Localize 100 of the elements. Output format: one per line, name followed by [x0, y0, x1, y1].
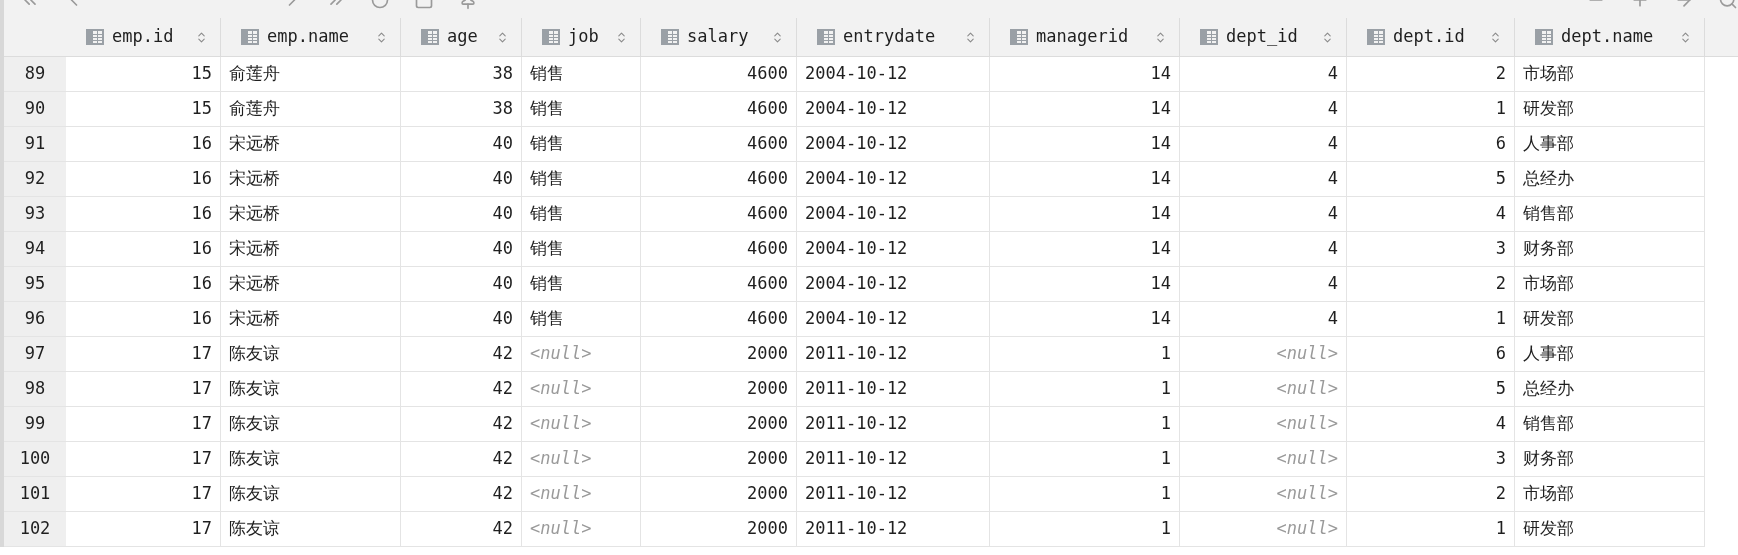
- table-cell: 财务部: [1515, 442, 1705, 477]
- table-cell: 6: [1347, 337, 1515, 372]
- table-cell: 2011-10-12: [797, 372, 990, 407]
- table-cell: 1: [990, 512, 1180, 547]
- column-header[interactable]: entrydate: [797, 18, 990, 56]
- table-cell: 4600: [641, 232, 797, 267]
- table-cell: <null>: [522, 337, 641, 372]
- table-cell: 销售: [522, 267, 641, 302]
- table-cell: 人事部: [1515, 337, 1705, 372]
- table-cell: 宋远桥: [221, 197, 401, 232]
- table-cell: <null>: [522, 477, 641, 512]
- table-cell: 财务部: [1515, 232, 1705, 267]
- sort-icon[interactable]: [1321, 30, 1334, 44]
- table-cell: 宋远桥: [221, 302, 401, 337]
- table-icon: [86, 29, 104, 45]
- column-header[interactable]: dept_id: [1180, 18, 1347, 56]
- table-cell: 研发部: [1515, 92, 1705, 127]
- column-header[interactable]: dept.name: [1515, 18, 1705, 56]
- table-cell: 销售: [522, 302, 641, 337]
- table-cell: 40: [401, 162, 522, 197]
- table-cell: 总经办: [1515, 372, 1705, 407]
- row-number: 101: [4, 477, 66, 512]
- row-number: 96: [4, 302, 66, 337]
- table-cell: 2011-10-12: [797, 442, 990, 477]
- column-header[interactable]: salary: [641, 18, 797, 56]
- table-cell: 14: [990, 197, 1180, 232]
- table-cell: 17: [66, 337, 221, 372]
- table-cell: 17: [66, 477, 221, 512]
- table-cell: 人事部: [1515, 127, 1705, 162]
- sort-icon[interactable]: [1489, 30, 1502, 44]
- sort-icon[interactable]: [615, 30, 628, 44]
- sort-icon[interactable]: [195, 30, 208, 44]
- table-icon: [1010, 29, 1028, 45]
- table-cell: 4600: [641, 197, 797, 232]
- table-cell: 2004-10-12: [797, 162, 990, 197]
- table-cell: 42: [401, 337, 522, 372]
- table-cell: 17: [66, 372, 221, 407]
- table-cell: 16: [66, 197, 221, 232]
- table-cell: 16: [66, 302, 221, 337]
- table-cell: 2: [1347, 267, 1515, 302]
- table-cell: 16: [66, 232, 221, 267]
- table-cell: 俞莲舟: [221, 57, 401, 92]
- table-cell: 40: [401, 302, 522, 337]
- table-cell: 15: [66, 57, 221, 92]
- table-cell: 2000: [641, 512, 797, 547]
- table-cell: 研发部: [1515, 512, 1705, 547]
- table-icon: [421, 29, 439, 45]
- table-cell: 2004-10-12: [797, 57, 990, 92]
- table-cell: 2004-10-12: [797, 197, 990, 232]
- table-cell: 研发部: [1515, 302, 1705, 337]
- table-cell: 4: [1180, 232, 1347, 267]
- table-cell: <null>: [522, 442, 641, 477]
- table-cell: 销售: [522, 92, 641, 127]
- table-cell: 1: [990, 442, 1180, 477]
- table-cell: 市场部: [1515, 57, 1705, 92]
- table-icon: [542, 29, 560, 45]
- sort-icon[interactable]: [964, 30, 977, 44]
- table-cell: 1: [990, 407, 1180, 442]
- table-cell: 14: [990, 232, 1180, 267]
- table-cell: 2004-10-12: [797, 127, 990, 162]
- table-cell: 2004-10-12: [797, 232, 990, 267]
- table-cell: 17: [66, 512, 221, 547]
- table-cell: 17: [66, 407, 221, 442]
- table-cell: 4: [1180, 197, 1347, 232]
- table-cell: 14: [990, 127, 1180, 162]
- column-header[interactable]: emp.name: [221, 18, 401, 56]
- table-cell: 14: [990, 302, 1180, 337]
- table-cell: 陈友谅: [221, 337, 401, 372]
- table-cell: <null>: [522, 372, 641, 407]
- table-cell: 14: [990, 57, 1180, 92]
- table-cell: 42: [401, 407, 522, 442]
- table-icon: [241, 29, 259, 45]
- column-header[interactable]: emp.id: [66, 18, 221, 56]
- column-header[interactable]: job: [522, 18, 641, 56]
- table-cell: 销售: [522, 127, 641, 162]
- table-cell: 2011-10-12: [797, 337, 990, 372]
- sort-icon[interactable]: [1679, 30, 1692, 44]
- table-cell: 2011-10-12: [797, 477, 990, 512]
- table-icon: [661, 29, 679, 45]
- table-cell: <null>: [1180, 477, 1347, 512]
- table-cell: 4: [1180, 302, 1347, 337]
- sort-icon[interactable]: [375, 30, 388, 44]
- table-cell: 38: [401, 57, 522, 92]
- row-number: 99: [4, 407, 66, 442]
- table-cell: 4: [1347, 197, 1515, 232]
- table-cell: 4600: [641, 92, 797, 127]
- table-cell: 陈友谅: [221, 372, 401, 407]
- table-cell: 销售: [522, 197, 641, 232]
- column-header[interactable]: managerid: [990, 18, 1180, 56]
- table-cell: 14: [990, 162, 1180, 197]
- table-cell: 宋远桥: [221, 162, 401, 197]
- sort-icon[interactable]: [771, 30, 784, 44]
- sort-icon[interactable]: [496, 30, 509, 44]
- table-cell: 2000: [641, 372, 797, 407]
- column-header[interactable]: dept.id: [1347, 18, 1515, 56]
- table-icon: [1367, 29, 1385, 45]
- table-cell: 1: [990, 477, 1180, 512]
- table-cell: <null>: [1180, 372, 1347, 407]
- column-header[interactable]: age: [401, 18, 522, 56]
- sort-icon[interactable]: [1154, 30, 1167, 44]
